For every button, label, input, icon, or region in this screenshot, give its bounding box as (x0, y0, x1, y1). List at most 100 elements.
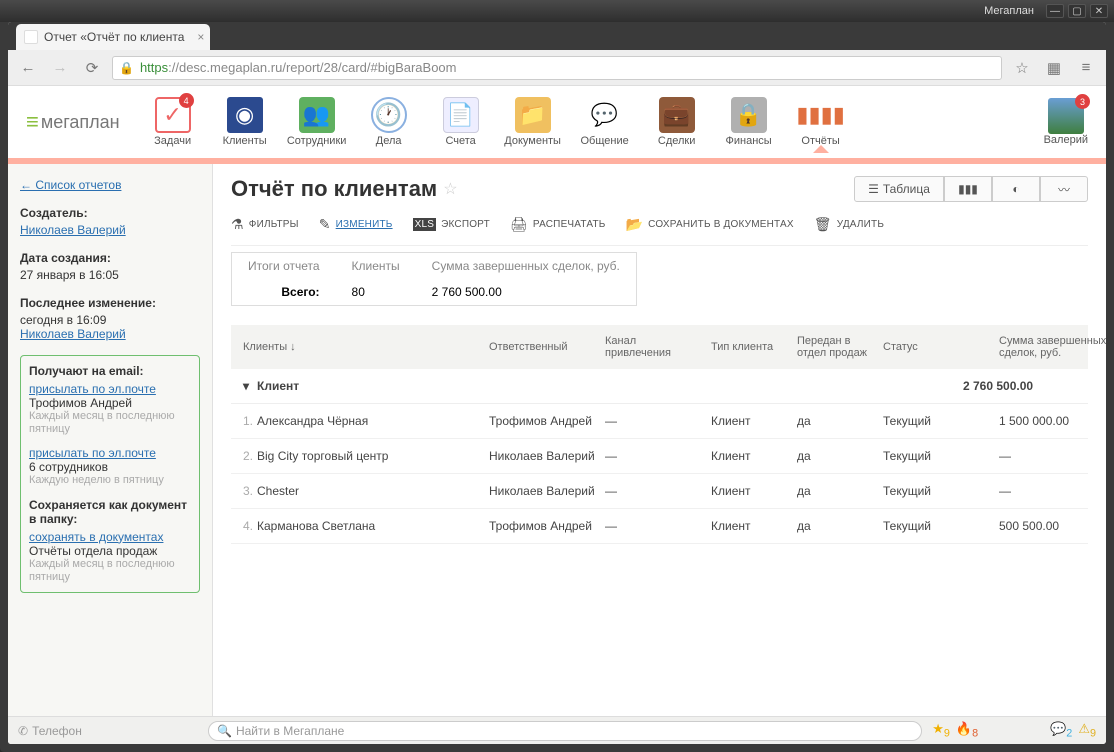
excel-icon: XLS (413, 218, 437, 231)
ext-icon[interactable]: ▦ (1042, 56, 1066, 80)
view-switcher: ☰Таблица ▮▮▮ ◐ 〰 (854, 176, 1088, 202)
data-grid: Клиенты ↓ Ответственный Канал привлечени… (231, 325, 1088, 544)
email-schedule-box: Получают на email: присылать по эл.почте… (20, 355, 200, 593)
send-email-link-2[interactable]: присылать по эл.почте (29, 446, 156, 460)
expand-icon[interactable]: ▾ (243, 379, 249, 393)
favicon-icon (24, 30, 38, 44)
bar-chart-icon: ▮▮▮ (958, 182, 978, 196)
browser-tab[interactable]: Отчет «Отчёт по клиента × (16, 24, 210, 50)
doc-header: Сохраняется как документ в папку: (29, 498, 191, 526)
phone-button[interactable]: ✆Телефон (18, 724, 198, 738)
logo[interactable]: ≡ мегаплан (26, 109, 120, 135)
menu-icon[interactable]: ≡ (1074, 56, 1098, 80)
url-field[interactable]: 🔒 https://desc.megaplan.ru/report/28/car… (112, 56, 1002, 80)
body-area: ← Список отчетов Создатель: Николаев Вал… (8, 164, 1106, 744)
save-doc-link[interactable]: сохранять в документах (29, 530, 163, 544)
warn-indicator[interactable]: ⚠9 (1078, 721, 1096, 740)
main-panel: Отчёт по клиентам ☆ ☰Таблица ▮▮▮ ◐ 〰 ⚗ФИ… (213, 164, 1106, 744)
nav-staff[interactable]: 👥Сотрудники (288, 97, 346, 147)
table-row[interactable]: 3.Chester Николаев Валерий — Клиент да Т… (231, 474, 1088, 509)
nav-reports[interactable]: ▮▮▮▮Отчёты (792, 97, 850, 147)
nav-clients[interactable]: ◉Клиенты (216, 97, 274, 147)
nav-todo[interactable]: 🕐Дела (360, 97, 418, 147)
email-note-1: Каждый месяц в последнюю пятницу (29, 410, 191, 436)
summary-col-clients: Клиенты (336, 253, 416, 279)
table-row[interactable]: 4.Карманова Светлана Трофимов Андрей — К… (231, 509, 1088, 544)
report-toolbar: ⚗ФИЛЬТРЫ ✎ИЗМЕНИТЬ XLSЭКСПОРТ 🖨РАСПЕЧАТА… (231, 212, 1088, 246)
url-path: /report/28/card/#bigBaraBoom (282, 60, 456, 75)
back-icon[interactable]: ← (16, 56, 40, 80)
user-menu[interactable]: 3 Валерий (1044, 98, 1088, 146)
doc-folder: Отчёты отдела продаж (29, 544, 191, 558)
summary-amount-value: 2 760 500.00 (416, 279, 636, 305)
modified-date: сегодня в 16:09 (20, 313, 200, 327)
fire-indicator[interactable]: 🔥8 (956, 721, 978, 740)
os-window: Мегаплан — ▢ ✕ Отчет «Отчёт по клиента ×… (0, 0, 1114, 752)
edit-button[interactable]: ✎ИЗМЕНИТЬ (319, 216, 393, 233)
summary-clients-value: 80 (336, 279, 416, 305)
col-type[interactable]: Тип клиента (711, 335, 791, 359)
browser-frame: Отчет «Отчёт по клиента × ← → ⟳ 🔒 https:… (8, 22, 1106, 744)
logo-icon: ≡ (26, 109, 39, 135)
col-sum[interactable]: Сумма завершенных сделок, руб. (999, 335, 1106, 359)
logo-text: мегаплан (41, 112, 120, 133)
tasks-badge: 4 (179, 93, 194, 108)
group-row[interactable]: ▾Клиент 2 760 500.00 (231, 369, 1088, 404)
save-to-docs-button[interactable]: 📂СОХРАНИТЬ В ДОКУМЕНТАХ (626, 216, 794, 233)
export-button[interactable]: XLSЭКСПОРТ (413, 218, 490, 231)
col-client[interactable]: Клиенты ↓ (243, 335, 483, 359)
sidebar: ← Список отчетов Создатель: Николаев Вал… (8, 164, 213, 744)
tabstrip: Отчет «Отчёт по клиента × (8, 22, 1106, 50)
group-sum: 2 760 500.00 (963, 379, 1073, 393)
nav-chat[interactable]: 💬Общение (576, 97, 634, 147)
col-transferred[interactable]: Передан в отдел продаж (797, 335, 877, 359)
view-line-button[interactable]: 〰 (1040, 176, 1088, 202)
summary-header: Итоги отчета (232, 253, 336, 279)
nav-documents[interactable]: 📁Документы (504, 97, 562, 147)
view-pie-button[interactable]: ◐ (992, 176, 1040, 202)
summary-row-label: Всего: (232, 279, 336, 305)
nav-deals[interactable]: 💼Сделки (648, 97, 706, 147)
maximize-button[interactable]: ▢ (1068, 4, 1086, 18)
table-row[interactable]: 2.Big City торговый центр Николаев Валер… (231, 439, 1088, 474)
print-button[interactable]: 🖨РАСПЕЧАТАТЬ (510, 216, 606, 233)
filters-button[interactable]: ⚗ФИЛЬТРЫ (231, 216, 299, 233)
url-host: ://desc.megaplan.ru (168, 60, 282, 75)
view-bar-button[interactable]: ▮▮▮ (944, 176, 992, 202)
chat-indicator[interactable]: 💬2 (1050, 721, 1072, 740)
summary-box: Итоги отчета Клиенты Сумма завершенных с… (231, 252, 637, 306)
send-email-link-1[interactable]: присылать по эл.почте (29, 382, 156, 396)
favorite-star-icon[interactable]: ☆ (443, 179, 457, 199)
delete-button[interactable]: 🗑УДАЛИТЬ (814, 216, 884, 233)
close-tab-icon[interactable]: × (197, 30, 204, 44)
search-icon: 🔍 (217, 724, 232, 738)
nav-tasks[interactable]: ✓4Задачи (144, 97, 202, 147)
col-channel[interactable]: Канал привлечения (605, 335, 705, 359)
reload-icon[interactable]: ⟳ (80, 56, 104, 80)
close-window-button[interactable]: ✕ (1090, 4, 1108, 18)
summary-col-amount: Сумма завершенных сделок, руб. (416, 253, 636, 279)
bookmark-icon[interactable]: ☆ (1010, 56, 1034, 80)
phone-icon: ✆ (18, 724, 28, 738)
email-note-2: Каждую неделю в пятницу (29, 474, 191, 487)
star-indicator[interactable]: ★9 (932, 721, 950, 740)
page-content: ≡ мегаплан ✓4Задачи ◉Клиенты 👥Сотрудники… (8, 86, 1106, 744)
address-bar: ← → ⟳ 🔒 https://desc.megaplan.ru/report/… (8, 50, 1106, 86)
col-status[interactable]: Статус (883, 335, 993, 359)
trash-icon: 🗑 (814, 216, 832, 233)
nav-invoices[interactable]: 📄Счета (432, 97, 490, 147)
report-title: Отчёт по клиентам (231, 176, 437, 202)
view-table-button[interactable]: ☰Таблица (854, 176, 944, 202)
table-row[interactable]: 1.Александра Чёрная Трофимов Андрей — Кл… (231, 404, 1088, 439)
forward-icon[interactable]: → (48, 56, 72, 80)
back-to-list-link[interactable]: ← Список отчетов (20, 178, 121, 192)
nav-finance[interactable]: 🔒Финансы (720, 97, 778, 147)
top-nav: ≡ мегаплан ✓4Задачи ◉Клиенты 👥Сотрудники… (8, 86, 1106, 164)
col-responsible[interactable]: Ответственный (489, 335, 599, 359)
printer-icon: 🖨 (510, 216, 528, 233)
footer-search[interactable]: 🔍Найти в Мегаплане (208, 721, 922, 741)
minimize-button[interactable]: — (1046, 4, 1064, 18)
email-recipient-2: 6 сотрудников (29, 460, 191, 474)
creator-link[interactable]: Николаев Валерий (20, 223, 126, 237)
modified-by-link[interactable]: Николаев Валерий (20, 327, 126, 341)
